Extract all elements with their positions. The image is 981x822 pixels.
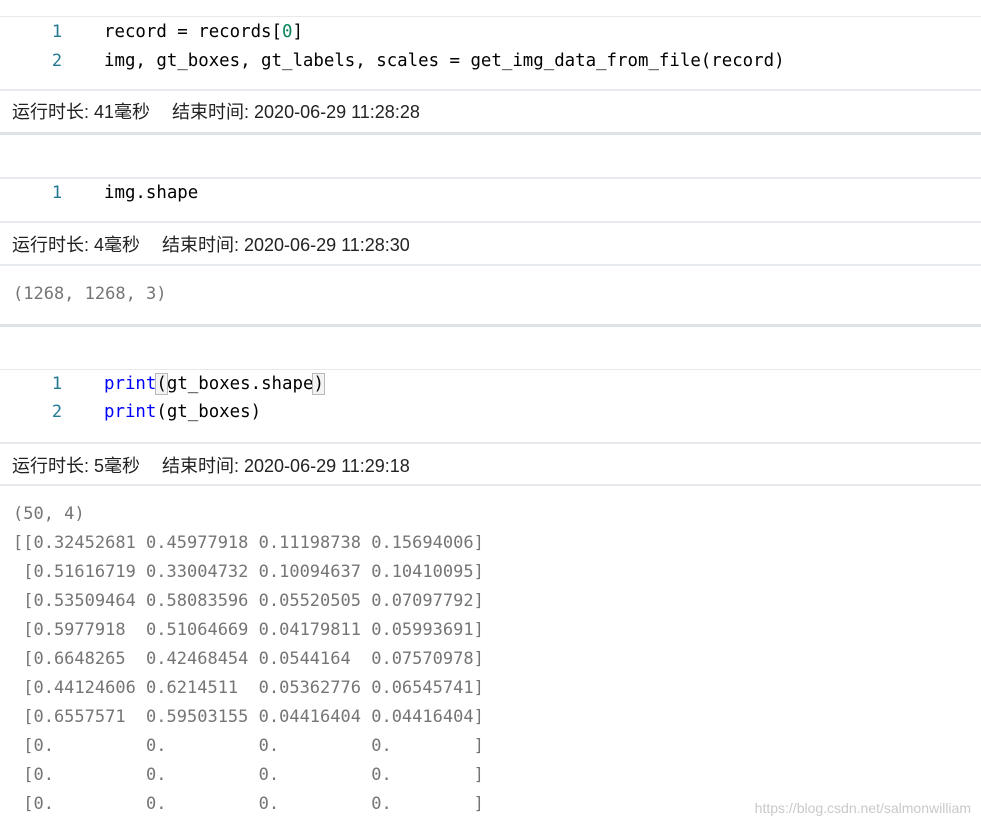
end-time: 结束时间: 2020-06-29 11:29:18 [162,456,410,476]
output-line: [0.53509464 0.58083596 0.05520505 0.0709… [13,591,484,611]
end-time: 结束时间: 2020-06-29 11:28:28 [172,102,420,122]
output-line: [0.51616719 0.33004732 0.10094637 0.1041… [13,562,484,582]
code-text[interactable]: record = records[0] [104,18,303,47]
keyword-print: print [104,402,157,422]
code-segment: (gt_boxes) [156,402,262,422]
output-divider [0,264,981,266]
cell-separator [0,132,981,135]
run-duration: 运行时长: 41毫秒 [12,102,151,122]
output-line: [0.6557571 0.59503155 0.04416404 0.04416… [13,707,484,727]
keyword-print: print [104,374,157,394]
number-literal: 0 [282,22,293,42]
code-line[interactable]: 1 record = records[0] [0,18,981,47]
watermark: https://blog.csdn.net/salmonwilliam [754,800,971,816]
output-line: (50, 4) [13,504,85,524]
code-cell-3[interactable]: 1 print(gt_boxes.shape) 2 print(gt_boxes… [0,370,981,442]
code-cell-2[interactable]: 1 img.shape [0,179,981,221]
code-cell-1[interactable]: 1 record = records[0] 2 img, gt_boxes, g… [0,17,981,89]
line-number: 1 [51,374,63,394]
line-number: 1 [51,183,63,203]
bracket-highlight: ( [155,373,168,395]
code-line[interactable]: 2 print(gt_boxes) [0,398,981,427]
run-status: 运行时长: 41毫秒 结束时间: 2020-06-29 11:28:28 [12,92,420,132]
cell-output: (1268, 1268, 3) [13,284,167,304]
code-text[interactable]: print(gt_boxes.shape) [104,370,325,399]
output-line: [0. 0. 0. 0. ] [13,765,484,785]
code-text[interactable]: print(gt_boxes) [104,398,261,427]
code-text[interactable]: img.shape [104,179,198,208]
output-line: [0.5977918 0.51064669 0.04179811 0.05993… [13,620,484,640]
output-line: [0. 0. 0. 0. ] [13,794,484,814]
output-line: [0. 0. 0. 0. ] [13,736,484,756]
code-text[interactable]: img, gt_boxes, gt_labels, scales = get_i… [104,47,785,76]
code-line[interactable]: 2 img, gt_boxes, gt_labels, scales = get… [0,47,981,76]
cell-separator [0,324,981,327]
code-line[interactable]: 1 img.shape [0,179,981,208]
end-time: 结束时间: 2020-06-29 11:28:30 [162,235,410,255]
output-line: [0.44124606 0.6214511 0.05362776 0.06545… [13,678,484,698]
run-duration: 运行时长: 5毫秒 [12,456,141,476]
line-number: 2 [51,402,63,422]
output-divider [0,484,981,486]
cell-divider [0,442,981,444]
run-status: 运行时长: 4毫秒 结束时间: 2020-06-29 11:28:30 [12,225,410,265]
line-number: 2 [51,51,63,71]
code-segment: record = records[ [104,22,282,42]
code-segment: gt_boxes.shape [166,374,314,394]
output-line: [[0.32452681 0.45977918 0.11198738 0.156… [13,533,484,553]
bracket-highlight: ) [312,373,325,395]
run-status: 运行时长: 5毫秒 结束时间: 2020-06-29 11:29:18 [12,446,410,486]
code-segment: ] [292,22,303,42]
cell-divider [0,221,981,223]
run-duration: 运行时长: 4毫秒 [12,235,141,255]
code-line[interactable]: 1 print(gt_boxes.shape) [0,370,981,399]
cell-divider [0,89,981,91]
output-line: [0.6648265 0.42468454 0.0544164 0.075709… [13,649,484,669]
line-number: 1 [51,22,63,42]
